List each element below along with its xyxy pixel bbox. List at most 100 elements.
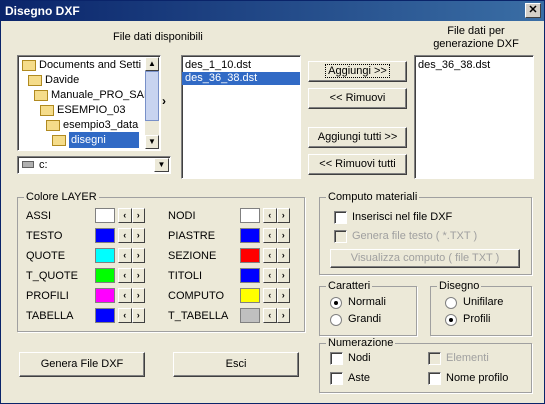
chevron-right-icon[interactable]: › [131, 268, 145, 283]
layer-color-spinner[interactable]: ‹ › [263, 288, 290, 303]
layer-color-spinner[interactable]: ‹ › [118, 268, 145, 283]
layer-color-swatch[interactable] [95, 268, 115, 283]
tree-folder-label: disegni [69, 132, 139, 148]
tree-folder-item[interactable]: disegni [52, 132, 139, 148]
layer-color-spinner[interactable]: ‹ › [118, 288, 145, 303]
chevron-left-icon[interactable]: ‹ [118, 208, 132, 223]
drive-value: c: [39, 159, 48, 171]
layer-name: QUOTE [26, 250, 66, 262]
add-button[interactable]: Aggiungi >> [308, 61, 407, 82]
layer-color-swatch[interactable] [95, 208, 115, 223]
profile-name-checkbox[interactable] [428, 372, 441, 385]
insert-dxf-checkbox[interactable] [334, 211, 347, 224]
chevron-right-icon[interactable]: › [276, 208, 290, 223]
chevron-right-icon[interactable]: › [276, 288, 290, 303]
chevron-right-icon[interactable]: › [131, 308, 145, 323]
tree-folder-item[interactable]: Davide [28, 72, 79, 88]
generate-dxf-button[interactable]: Genera File DXF [19, 352, 145, 377]
gen-text-checkbox[interactable] [334, 230, 347, 243]
folder-icon [28, 74, 42, 86]
elements-checkbox[interactable] [428, 352, 441, 365]
scroll-thumb[interactable] [145, 71, 159, 121]
unifilar-radio[interactable] [445, 297, 457, 309]
layer-name: ASSI [26, 210, 52, 222]
expand-arrow-icon[interactable]: › [162, 94, 166, 108]
chevron-left-icon[interactable]: ‹ [263, 268, 277, 283]
numerazione-group: Numerazione Nodi Elementi Aste Nome prof… [319, 337, 532, 393]
available-header: File dati disponibili [113, 31, 203, 43]
chevron-left-icon[interactable]: ‹ [118, 288, 132, 303]
chevron-right-icon[interactable]: › [276, 228, 290, 243]
layer-name: T_TABELLA [168, 310, 229, 322]
available-file-item[interactable]: des_1_10.dst [182, 59, 300, 72]
folder-icon [52, 134, 66, 146]
chevron-right-icon[interactable]: › [131, 228, 145, 243]
chevron-left-icon[interactable]: ‹ [263, 228, 277, 243]
chevron-left-icon[interactable]: ‹ [263, 308, 277, 323]
exit-button[interactable]: Esci [173, 352, 299, 377]
layer-color-spinner[interactable]: ‹ › [263, 268, 290, 283]
scroll-up-icon[interactable]: ▲ [145, 57, 159, 71]
remove-all-button[interactable]: << Rimuovi tutti [308, 154, 407, 175]
layer-name: SEZIONE [168, 250, 217, 262]
folder-tree[interactable]: Documents and Setti Davide Manuale_PRO_SAF… [17, 55, 161, 151]
tree-folder-item[interactable]: esempio3_data [46, 117, 138, 133]
layer-color-swatch[interactable] [95, 288, 115, 303]
add-all-button[interactable]: Aggiungi tutti >> [308, 127, 407, 148]
chevron-down-icon[interactable]: ▼ [154, 158, 169, 172]
remove-button[interactable]: << Rimuovi [308, 88, 407, 109]
normal-radio[interactable] [330, 297, 342, 309]
layer-color-swatch[interactable] [240, 288, 260, 303]
layer-color-swatch[interactable] [240, 308, 260, 323]
layer-color-spinner[interactable]: ‹ › [263, 208, 290, 223]
chevron-right-icon[interactable]: › [131, 288, 145, 303]
chevron-right-icon[interactable]: › [276, 268, 290, 283]
target-files-list[interactable]: des_36_38.dst [414, 55, 534, 179]
drive-select[interactable]: c: ▼ [17, 156, 171, 174]
layer-color-spinner[interactable]: ‹ › [118, 308, 145, 323]
available-files-list[interactable]: des_1_10.dst des_36_38.dst [181, 55, 301, 179]
layer-color-swatch[interactable] [240, 268, 260, 283]
layer-color-swatch[interactable] [95, 308, 115, 323]
chevron-left-icon[interactable]: ‹ [118, 268, 132, 283]
layer-color-swatch[interactable] [95, 228, 115, 243]
layer-color-spinner[interactable]: ‹ › [263, 248, 290, 263]
computo-group: Computo materiali Inserisci nel file DXF… [319, 191, 532, 275]
available-file-item[interactable]: des_36_38.dst [182, 72, 300, 85]
chevron-left-icon[interactable]: ‹ [118, 248, 132, 263]
large-radio[interactable] [330, 314, 342, 326]
chevron-left-icon[interactable]: ‹ [118, 308, 132, 323]
profiles-radio[interactable] [445, 314, 457, 326]
caratteri-group: Caratteri Normali Grandi [319, 280, 417, 336]
layer-color-swatch[interactable] [95, 248, 115, 263]
scroll-down-icon[interactable]: ▼ [145, 135, 159, 149]
dialog-window: Disegno DXF ✕ File dati disponibili Docu… [0, 0, 545, 404]
chevron-left-icon[interactable]: ‹ [263, 208, 277, 223]
chevron-right-icon[interactable]: › [131, 208, 145, 223]
nodes-label: Nodi [348, 352, 371, 364]
rods-checkbox[interactable] [330, 372, 343, 385]
layer-color-spinner[interactable]: ‹ › [118, 228, 145, 243]
chevron-left-icon[interactable]: ‹ [263, 248, 277, 263]
layer-color-spinner[interactable]: ‹ › [263, 308, 290, 323]
chevron-left-icon[interactable]: ‹ [263, 288, 277, 303]
layer-color-swatch[interactable] [240, 228, 260, 243]
tree-folder-item[interactable]: Manuale_PRO_SAF [34, 87, 151, 103]
view-computo-button[interactable]: Visualizza computo ( file TXT ) [330, 249, 520, 268]
chevron-left-icon[interactable]: ‹ [118, 228, 132, 243]
tree-folder-item[interactable]: Documents and Setti [22, 57, 141, 73]
chevron-right-icon[interactable]: › [276, 248, 290, 263]
layer-color-spinner[interactable]: ‹ › [118, 208, 145, 223]
chevron-right-icon[interactable]: › [131, 248, 145, 263]
tree-folder-item[interactable]: ESEMPIO_03 [40, 102, 125, 118]
target-file-item[interactable]: des_36_38.dst [415, 59, 533, 72]
layer-color-swatch[interactable] [240, 248, 260, 263]
layer-color-spinner[interactable]: ‹ › [118, 248, 145, 263]
layer-color-swatch[interactable] [240, 208, 260, 223]
folder-icon [34, 89, 48, 101]
tree-scrollbar[interactable]: ▲ ▼ [145, 57, 159, 149]
nodes-checkbox[interactable] [330, 352, 343, 365]
close-icon[interactable]: ✕ [525, 3, 541, 18]
chevron-right-icon[interactable]: › [276, 308, 290, 323]
layer-color-spinner[interactable]: ‹ › [263, 228, 290, 243]
